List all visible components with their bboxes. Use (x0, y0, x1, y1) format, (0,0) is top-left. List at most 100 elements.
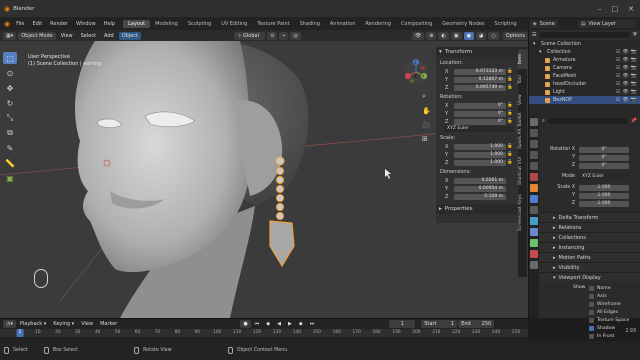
lock-icon[interactable]: 🔓 (506, 103, 514, 108)
outliner-row[interactable]: Armature ☑ 👁 📷 (529, 56, 640, 64)
checkbox-icon[interactable]: ☑ (616, 97, 620, 103)
xray-toggle-icon[interactable]: ▣ (450, 31, 462, 40)
location-z-field[interactable]: 0.095749 m (454, 84, 506, 91)
properties-pin-icon[interactable]: 📌 (631, 118, 637, 124)
eye-icon[interactable]: 👁 (622, 81, 628, 87)
tab-geometry-nodes[interactable]: Geometry Nodes (437, 20, 489, 28)
outliner-row[interactable]: Camera ☑ 👁 📷 (529, 64, 640, 72)
modifier-props-icon[interactable] (530, 195, 538, 203)
tool-props-icon[interactable] (530, 118, 538, 126)
section-visibility[interactable]: ▸ Visibility (539, 262, 640, 272)
eye-icon[interactable]: 👁 (622, 89, 628, 95)
tab-modeling[interactable]: Modeling (150, 20, 183, 28)
next-key-icon[interactable]: ◆ (296, 320, 306, 328)
world-props-icon[interactable] (530, 173, 538, 181)
menu-file[interactable]: File (12, 21, 28, 27)
pan-hand-icon[interactable]: ✋ (422, 107, 431, 115)
menu-keying[interactable]: Keying ▾ (50, 320, 77, 328)
tab-texture-paint[interactable]: Texture Paint (252, 20, 294, 28)
annotate-tool[interactable]: ✎ (3, 142, 17, 154)
location-y-field[interactable]: 0.12807 m (454, 76, 506, 83)
prev-key-icon[interactable]: ◆ (263, 320, 273, 328)
outliner-editor-icon[interactable]: ☰ (532, 32, 536, 38)
jump-start-icon[interactable]: ⏮ (252, 320, 263, 328)
show-option-name[interactable]: Name (539, 284, 640, 292)
checkbox-icon[interactable] (589, 309, 594, 315)
add-cube-tool[interactable]: ▣ (3, 172, 17, 184)
outliner-row[interactable]: ▾ Scene Collection (529, 40, 640, 48)
lock-icon[interactable]: 🔓 (506, 152, 514, 157)
outliner-row[interactable]: Light ☑ 👁 📷 (529, 88, 640, 96)
checkbox-icon[interactable]: ☑ (616, 49, 620, 55)
outliner-search-field[interactable] (539, 32, 630, 38)
tab-item[interactable]: Item (518, 49, 527, 69)
lock-icon[interactable]: 🔓 (506, 119, 514, 124)
camera-icon[interactable]: 📷 (631, 89, 637, 95)
checkbox-icon[interactable] (589, 333, 594, 339)
scene-selector[interactable]: ◈ Scene (529, 19, 558, 28)
checkbox-icon[interactable]: ☑ (616, 65, 620, 71)
scale-y-field[interactable]: 1.000 (454, 151, 506, 158)
cursor-tool[interactable]: ⊙ (3, 67, 17, 79)
menu-render[interactable]: Render (46, 21, 72, 27)
tab-shortcut-vur[interactable]: Shortcut VUr (518, 153, 527, 189)
prop-scale-z-field[interactable]: 1.000 (579, 200, 629, 207)
lock-icon[interactable]: 🔓 (506, 69, 514, 74)
ortho-grid-icon[interactable]: ⊞ (422, 135, 431, 143)
transform-orientation-dropdown[interactable]: ⊹ Global (234, 31, 266, 40)
checkbox-icon[interactable]: ☑ (616, 81, 620, 87)
start-frame-field[interactable]: Start 1 (421, 320, 458, 328)
prop-scale-x-field[interactable]: 1.000 (579, 184, 629, 191)
filter-icon[interactable]: ⧩ (633, 32, 640, 38)
current-frame-field[interactable]: 1 (389, 320, 416, 328)
view-layer-props-icon[interactable] (530, 151, 538, 159)
pivot-icon[interactable]: ⊙ (267, 31, 278, 40)
tab-shading[interactable]: Shading (295, 20, 325, 28)
timeline-ruler[interactable]: 0102030405060708090100110120130140150160… (0, 329, 528, 337)
show-option-texture-space[interactable]: Texture Space (539, 316, 640, 324)
tab-screencast-keys[interactable]: Screencast Keys (518, 191, 527, 235)
show-option-wireframe[interactable]: Wireframe (539, 300, 640, 308)
close-icon[interactable]: ✕ (628, 5, 634, 13)
section-motion-paths[interactable]: ▸ Motion Paths (539, 252, 640, 262)
tab-uv-editing[interactable]: UV Editing (216, 20, 252, 28)
overlay-toggle-icon[interactable]: ◐ (438, 31, 449, 40)
gizmo-toggle-icon[interactable]: ⊕ (426, 31, 437, 40)
section-viewport-display[interactable]: ▾ Viewport Display (539, 272, 640, 282)
section-instancing[interactable]: ▸ Instancing (539, 242, 640, 252)
camera-view-icon[interactable]: 🎥 (422, 121, 431, 129)
tab-scripting[interactable]: Scripting (489, 20, 521, 28)
playhead[interactable]: 1 (16, 329, 24, 337)
options-dropdown[interactable]: Options (502, 31, 528, 40)
menu-window[interactable]: Window (72, 21, 100, 27)
prop-rotation-y-field[interactable]: 0° (579, 154, 629, 161)
editor-type-button[interactable]: ▦▾ (3, 31, 17, 40)
lock-icon[interactable]: 🔓 (506, 77, 514, 82)
lock-icon[interactable]: 🔓 (506, 160, 514, 165)
menu-timeline-view[interactable]: View (78, 320, 96, 328)
maximize-icon[interactable]: □ (612, 5, 619, 13)
shading-solid-icon[interactable]: ● (463, 31, 474, 40)
lock-icon[interactable]: 🔓 (506, 144, 514, 149)
rotation-x-field[interactable]: 0° (454, 102, 506, 109)
tab-rendering[interactable]: Rendering (360, 20, 396, 28)
properties-panel-header[interactable]: ▸ Properties (436, 204, 518, 214)
section-collections[interactable]: ▸ Collections (539, 232, 640, 242)
outliner-row[interactable]: headOccluder ☑ 👁 📷 (529, 80, 640, 88)
particles-props-icon[interactable] (530, 206, 538, 214)
outliner-row[interactable]: BezNOP ☑ 👁 📷 (529, 96, 640, 104)
camera-icon[interactable]: 📷 (631, 97, 637, 103)
object-props-icon[interactable] (530, 184, 538, 192)
tab-spark-ar-toolkit[interactable]: Spark AR Toolkit (518, 111, 527, 151)
object-mode-dropdown[interactable]: Object Mode (18, 31, 56, 40)
constraint-props-icon[interactable] (530, 228, 538, 236)
dimensions-x-field[interactable]: 0.0261 m (454, 177, 506, 184)
camera-icon[interactable]: 📷 (631, 73, 637, 79)
checkbox-icon[interactable]: ☑ (616, 73, 620, 79)
proportional-edit-icon[interactable]: ◎ (290, 31, 301, 40)
menu-object[interactable]: Object (118, 31, 142, 40)
view-layer-selector[interactable]: ▤ View Layer (577, 19, 636, 28)
zoom-icon[interactable]: ⌕ (422, 92, 431, 101)
shading-rendered-icon[interactable]: ○ (488, 31, 499, 40)
play-icon[interactable]: ▶ (285, 320, 295, 328)
